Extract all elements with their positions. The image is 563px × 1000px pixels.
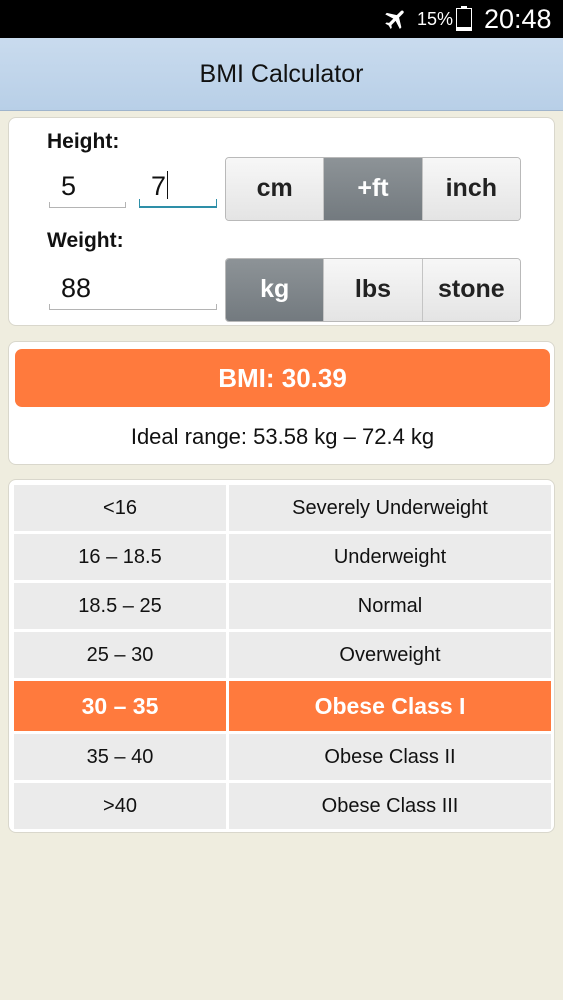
input-card: Height: 5 7 cm +ft inch Weight: 88 kg lb… (8, 117, 555, 326)
weight-input[interactable]: 88 (49, 270, 217, 310)
range-cell: 30 – 35 (14, 681, 226, 731)
category-cell: Obese Class I (229, 681, 551, 731)
table-row: 16 – 18.5 Underweight (14, 534, 551, 580)
app-title: BMI Calculator (0, 38, 563, 111)
category-cell: Overweight (229, 632, 551, 678)
height-inches-input[interactable]: 7 (139, 168, 217, 208)
range-cell: 16 – 18.5 (14, 534, 226, 580)
range-cell: 18.5 – 25 (14, 583, 226, 629)
weight-unit-selector: kg lbs stone (225, 258, 521, 322)
result-card: BMI: 30.39 Ideal range: 53.58 kg – 72.4 … (8, 341, 555, 465)
height-unit-selector: cm +ft inch (225, 157, 521, 221)
bmi-result: BMI: 30.39 (15, 349, 550, 407)
weight-label: Weight: (47, 229, 124, 252)
range-cell: >40 (14, 783, 226, 829)
ideal-range: Ideal range: 53.58 kg – 72.4 kg (130, 424, 435, 449)
unit-lbs-button[interactable]: lbs (324, 259, 423, 321)
table-row: 18.5 – 25 Normal (14, 583, 551, 629)
airplane-icon (385, 10, 404, 29)
height-feet-input[interactable]: 5 (49, 168, 126, 208)
table-row: 35 – 40 Obese Class II (14, 734, 551, 780)
category-cell: Obese Class III (229, 783, 551, 829)
height-label: Height: (47, 130, 120, 153)
battery-percent: 15% (417, 9, 454, 29)
table-row: <16 Severely Underweight (14, 485, 551, 531)
unit-ft-button[interactable]: +ft (324, 158, 423, 220)
clock: 20:48 (484, 4, 552, 34)
range-cell: 35 – 40 (14, 734, 226, 780)
category-cell: Severely Underweight (229, 485, 551, 531)
unit-inch-button[interactable]: inch (422, 158, 520, 220)
category-cell: Obese Class II (229, 734, 551, 780)
range-cell: 25 – 30 (14, 632, 226, 678)
category-cell: Normal (229, 583, 551, 629)
unit-stone-button[interactable]: stone (422, 259, 520, 321)
table-row: >40 Obese Class III (14, 783, 551, 829)
text-caret (167, 171, 169, 199)
unit-cm-button[interactable]: cm (226, 158, 325, 220)
category-cell: Underweight (229, 534, 551, 580)
battery-icon (456, 6, 472, 31)
unit-kg-button[interactable]: kg (226, 259, 325, 321)
table-row-highlighted: 30 – 35 Obese Class I (14, 681, 551, 731)
range-cell: <16 (14, 485, 226, 531)
status-bar: 15% 20:48 (0, 0, 563, 38)
bmi-category-table: <16 Severely Underweight 16 – 18.5 Under… (8, 479, 555, 833)
table-row: 25 – 30 Overweight (14, 632, 551, 678)
